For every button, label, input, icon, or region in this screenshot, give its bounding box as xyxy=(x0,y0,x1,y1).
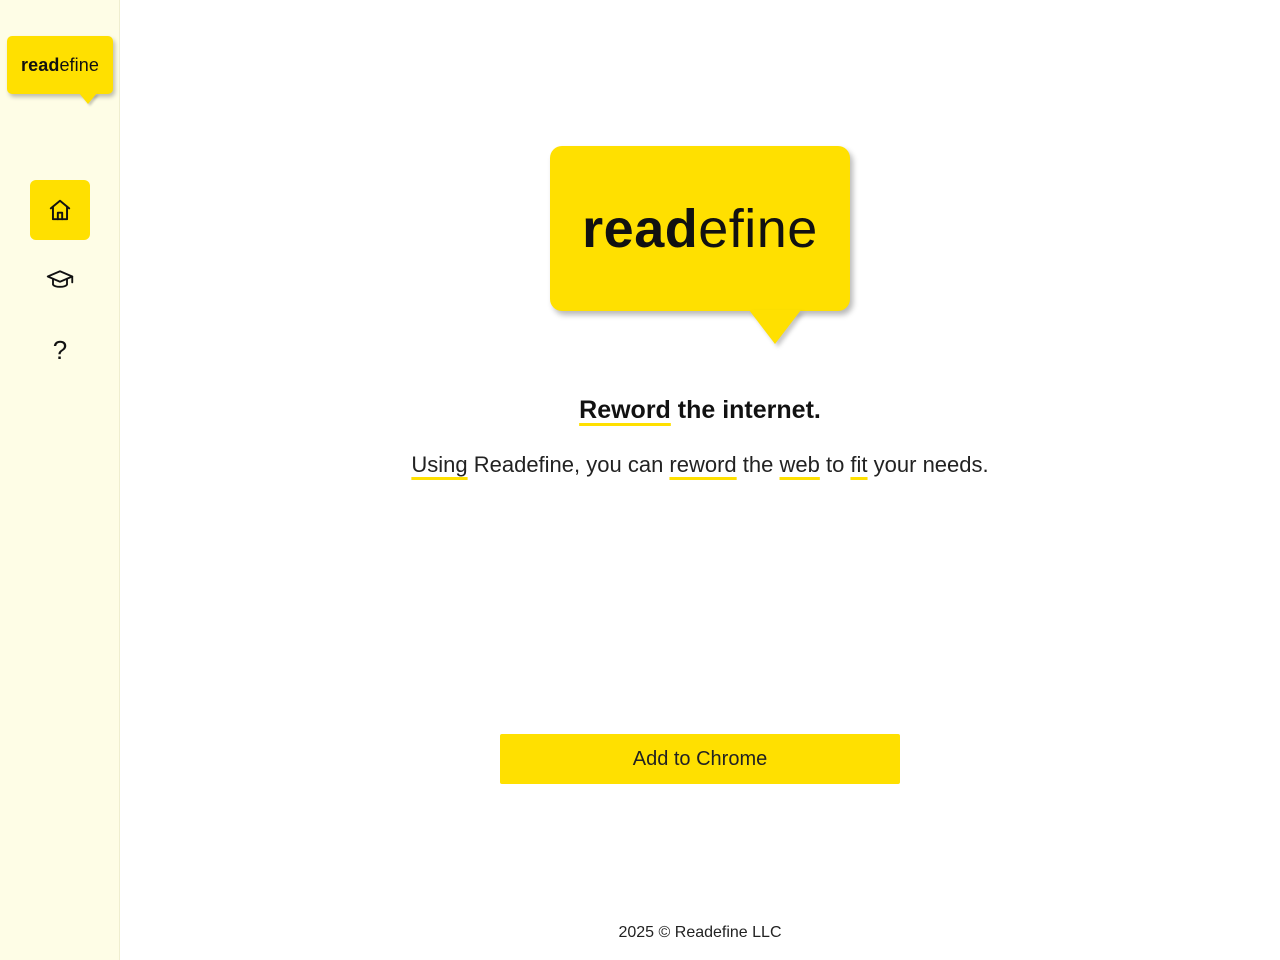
subline-text-2: the xyxy=(736,452,780,477)
sidebar: read efine ? xyxy=(0,0,120,960)
hero-logo-read-text: read xyxy=(582,198,699,259)
logo-efine-text: efine xyxy=(59,54,99,75)
highlight-word-using: Using xyxy=(411,452,468,477)
speech-bubble-tail xyxy=(749,310,801,344)
highlight-word-fit: fit xyxy=(850,452,868,477)
add-to-chrome-button[interactable]: Add to Chrome xyxy=(500,734,900,784)
headline-rest: the internet. xyxy=(670,396,821,424)
nav-help-button[interactable]: ? xyxy=(30,320,90,380)
hero-logo-efine-text: efine xyxy=(698,198,818,259)
highlight-word-web: web xyxy=(779,452,820,477)
hero-logo: read efine xyxy=(550,146,850,344)
subline-text-1: Readefine, you can xyxy=(467,452,670,477)
footer-copyright: 2025 © Readefine LLC xyxy=(618,924,782,941)
graduation-cap-icon xyxy=(46,270,74,288)
headline-highlight-word: Reword xyxy=(579,396,671,424)
headline: Reword the internet. xyxy=(120,396,1280,425)
main-content: read efine Reword the internet. Using Rea… xyxy=(120,0,1280,960)
question-mark-icon: ? xyxy=(52,335,68,365)
logo-read-text: read xyxy=(21,54,60,75)
nav-home-button[interactable] xyxy=(30,180,90,240)
subheadline: Using Readefine, you can reword the web … xyxy=(120,452,1280,478)
subline-text-3: to xyxy=(819,452,851,477)
highlight-word-reword: reword xyxy=(669,452,737,477)
subline-text-4: your needs. xyxy=(867,452,989,477)
home-icon xyxy=(49,199,71,221)
nav-learn-button[interactable] xyxy=(30,250,90,310)
sidebar-logo[interactable]: read efine xyxy=(7,36,113,94)
